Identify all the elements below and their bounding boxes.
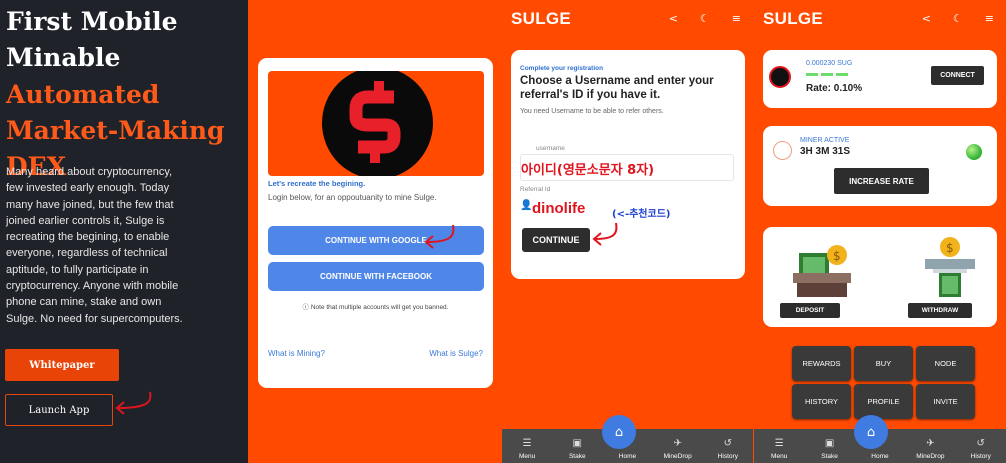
menu-icon[interactable]: ≡ (985, 12, 994, 25)
sulge-logo-icon (322, 71, 433, 176)
hero-description: Many heard about cryptocurrency, few inv… (6, 166, 183, 325)
balance-card: 0.000230 SUG Rate: 0.10% CONNECT (763, 50, 997, 108)
invite-button[interactable]: INVITE (916, 384, 975, 419)
moon-icon[interactable]: ☾ (953, 12, 963, 25)
svg-text:$: $ (833, 249, 841, 263)
continue-button[interactable]: CONTINUE (522, 228, 590, 252)
nav-label: History (717, 453, 738, 460)
what-is-sulge-link[interactable]: What is Sulge? (429, 349, 483, 358)
login-panel: Let's recreate the begining. Login below… (249, 0, 501, 463)
whitepaper-button[interactable]: Whitepaper (5, 349, 119, 381)
wallet-card: $ $ DEPOSIT WITHDRAW (763, 227, 997, 327)
moon-icon[interactable]: ☾ (700, 12, 710, 25)
nav-label: Menu (518, 453, 536, 460)
svg-text:$: $ (946, 241, 954, 255)
nav-label: History (970, 453, 991, 460)
withdraw-button[interactable]: WITHDRAW (908, 303, 972, 318)
nav-label: Home (871, 453, 889, 460)
menu-icon[interactable]: ≡ (732, 12, 741, 25)
nav-label: MineDrop (916, 453, 945, 460)
sulge-logo-banner (268, 71, 484, 176)
balance-amount: 0.000230 SUG (806, 60, 853, 67)
history-icon: ↺ (723, 438, 733, 449)
ban-note-text: Note that multiple accounts will get you… (310, 304, 449, 311)
nav-stake[interactable]: ▣ Stake (557, 438, 597, 460)
deposit-button[interactable]: DEPOSIT (780, 303, 840, 318)
login-title: Let's recreate the begining. (268, 179, 366, 188)
wallet-icon: ▣ (824, 438, 835, 449)
mining-rate: Rate: 0.10% (806, 83, 863, 94)
share-icon[interactable]: < (922, 12, 931, 25)
brand-title: SULGE (763, 9, 824, 28)
hero-title: First Mobile Minable (6, 7, 178, 72)
history-icon: ↺ (976, 438, 985, 449)
plane-icon: ✈ (673, 438, 682, 449)
login-subtitle: Login below, for an oppoutuanity to mine… (268, 193, 437, 202)
landing-panel: First Mobile Minable Automated Market-Ma… (0, 0, 248, 463)
home-icon[interactable]: ⌂ (602, 415, 636, 449)
info-icon: ⓘ (302, 304, 311, 311)
miner-timer: 3H 3M 31S (800, 146, 851, 157)
menu-icon: ☰ (774, 438, 784, 449)
registration-title: Choose a Username and enter your referra… (520, 75, 714, 101)
active-status-icon (966, 144, 982, 160)
screenshot-collage: First Mobile Minable Automated Market-Ma… (0, 0, 1006, 463)
header-icons: < ☾ ≡ (922, 12, 994, 25)
login-card: Let's recreate the begining. Login below… (258, 58, 493, 388)
plane-icon: ✈ (926, 438, 935, 449)
miner-status: MINER ACTIVE (800, 137, 850, 144)
nav-label: Home (618, 453, 637, 460)
referral-label: Referral Id (520, 186, 551, 193)
nav-label: Stake (568, 453, 586, 460)
rewards-button[interactable]: REWARDS (792, 346, 851, 381)
miner-ring-icon (773, 141, 792, 160)
nav-label: Menu (771, 453, 788, 460)
nav-stake[interactable]: ▣ Stake (810, 438, 850, 460)
referral-field-value[interactable]: dinolife (532, 200, 585, 217)
nav-minedrop[interactable]: ✈ MineDrop (910, 438, 950, 460)
red-arrow-annotation (592, 222, 618, 246)
home-icon[interactable]: ⌂ (854, 415, 888, 449)
profile-button[interactable]: PROFILE (854, 384, 913, 419)
connect-button[interactable]: CONNECT (931, 66, 984, 85)
progress-indicator (806, 73, 848, 76)
menu-icon: ☰ (522, 438, 532, 449)
registration-card: Complete your registration Choose a User… (511, 50, 745, 279)
registration-panel: SULGE < ☾ ≡ Complete your registration C… (502, 0, 753, 463)
nav-label: MineDrop (663, 453, 692, 460)
ban-note: ⓘ Note that multiple accounts will get y… (258, 301, 493, 311)
red-arrow-annotation (424, 224, 455, 249)
registration-subtitle: You need Username to be able to refer ot… (520, 108, 664, 115)
nav-minedrop[interactable]: ✈ MineDrop (658, 438, 698, 460)
nav-label: Stake (821, 453, 838, 460)
withdraw-icon[interactable]: $ (921, 235, 979, 299)
deposit-icon[interactable]: $ (793, 235, 851, 299)
launch-app-button[interactable]: Launch App (5, 394, 113, 426)
referral-annotation: (<-추천코드) (612, 209, 671, 220)
username-annotation: 아이디(영문소문자 8자) (521, 163, 655, 178)
node-button[interactable]: NODE (916, 346, 975, 381)
nav-menu[interactable]: ☰ Menu (507, 438, 547, 460)
history-button[interactable]: HISTORY (792, 384, 851, 419)
miner-card: MINER ACTIVE 3H 3M 31S INCREASE RATE (763, 126, 997, 206)
header-icons: < ☾ ≡ (669, 12, 741, 25)
share-icon[interactable]: < (669, 12, 678, 25)
what-is-mining-link[interactable]: What is Mining? (268, 349, 325, 358)
nav-history[interactable]: ↺ History (708, 438, 748, 460)
sulge-logo-icon (769, 66, 791, 88)
registration-kicker: Complete your registration (520, 65, 604, 72)
buy-button[interactable]: BUY (854, 346, 913, 381)
wallet-icon: ▣ (572, 438, 582, 449)
username-label: username (536, 145, 565, 152)
red-arrow-annotation (115, 391, 152, 415)
person-icon: 👤 (520, 200, 533, 211)
continue-facebook-button[interactable]: CONTINUE WITH FACEBOOK (268, 262, 484, 291)
brand-title: SULGE (511, 9, 572, 28)
dashboard-panel: SULGE < ☾ ≡ 0.000230 SUG Rate: 0.10% CON… (754, 0, 1006, 463)
action-grid: REWARDS BUY NODE HISTORY PROFILE INVITE (792, 346, 975, 419)
increase-rate-button[interactable]: INCREASE RATE (834, 168, 929, 194)
nav-menu[interactable]: ☰ Menu (759, 438, 799, 460)
nav-history[interactable]: ↺ History (961, 438, 1001, 460)
